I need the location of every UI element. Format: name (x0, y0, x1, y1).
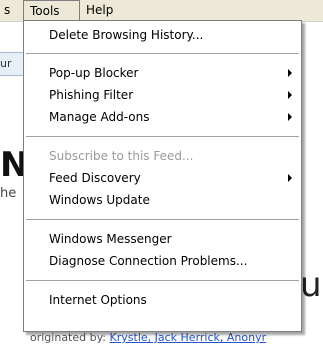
background-text-fragment: ur (0, 57, 12, 70)
menu-separator (26, 219, 299, 220)
submenu-arrow-icon (288, 174, 292, 182)
menu-item-feed-discovery[interactable]: Feed Discovery (25, 167, 300, 189)
menu-item-subscribe-feed: Subscribe to this Feed... (25, 145, 300, 167)
menu-item-internet-options[interactable]: Internet Options (25, 289, 300, 311)
author-prefix: originated by: (30, 331, 107, 344)
background-heading-fragment-right: u (300, 265, 322, 305)
menu-item-windows-messenger[interactable]: Windows Messenger (25, 228, 300, 250)
menu-item-label: Phishing Filter (49, 88, 134, 102)
author-links[interactable]: Krystle, Jack Herrick, Anonyr (110, 331, 267, 344)
menu-bar: s Tools Help (0, 0, 323, 22)
background-author-line: originated by: Krystle, Jack Herrick, An… (30, 331, 266, 344)
submenu-arrow-icon (288, 69, 292, 77)
menu-separator (26, 136, 299, 137)
menu-separator (26, 280, 299, 281)
menu-item-label: Delete Browsing History... (49, 28, 204, 42)
menu-item-label: Windows Update (49, 193, 150, 207)
menu-item-diagnose-connection[interactable]: Diagnose Connection Problems... (25, 250, 300, 272)
menu-item-phishing-filter[interactable]: Phishing Filter (25, 84, 300, 106)
submenu-arrow-icon (288, 113, 292, 121)
menu-help[interactable]: Help (80, 0, 119, 21)
menu-item-partial[interactable]: s (0, 0, 16, 21)
menu-item-label: Internet Options (49, 293, 147, 307)
menu-item-label: Diagnose Connection Problems... (49, 254, 248, 268)
menu-item-delete-browsing-history[interactable]: Delete Browsing History... (25, 24, 300, 46)
menu-separator (26, 53, 299, 54)
menu-item-label: Manage Add-ons (49, 110, 150, 124)
tools-dropdown-menu: Delete Browsing History... Pop-up Blocke… (23, 20, 302, 332)
menu-item-windows-update[interactable]: Windows Update (25, 189, 300, 211)
menu-item-label: Feed Discovery (49, 171, 141, 185)
submenu-arrow-icon (288, 91, 292, 99)
menu-item-manage-addons[interactable]: Manage Add-ons (25, 106, 300, 128)
menu-tools[interactable]: Tools (23, 0, 80, 21)
menu-item-label: Windows Messenger (49, 232, 172, 246)
menu-item-label: Subscribe to this Feed... (49, 149, 194, 163)
menu-item-label: Pop-up Blocker (49, 66, 139, 80)
background-text-fragment-he: he (0, 186, 17, 201)
menu-item-popup-blocker[interactable]: Pop-up Blocker (25, 62, 300, 84)
